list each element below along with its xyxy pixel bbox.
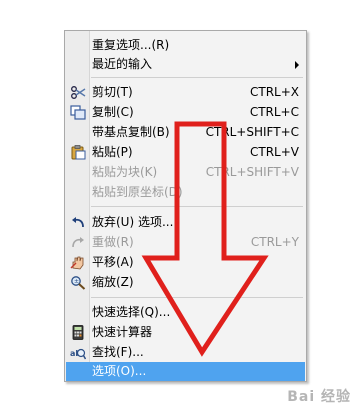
red-down-arrow-annotation — [141, 121, 269, 357]
watermark-text: Bai 经验 — [287, 389, 351, 405]
